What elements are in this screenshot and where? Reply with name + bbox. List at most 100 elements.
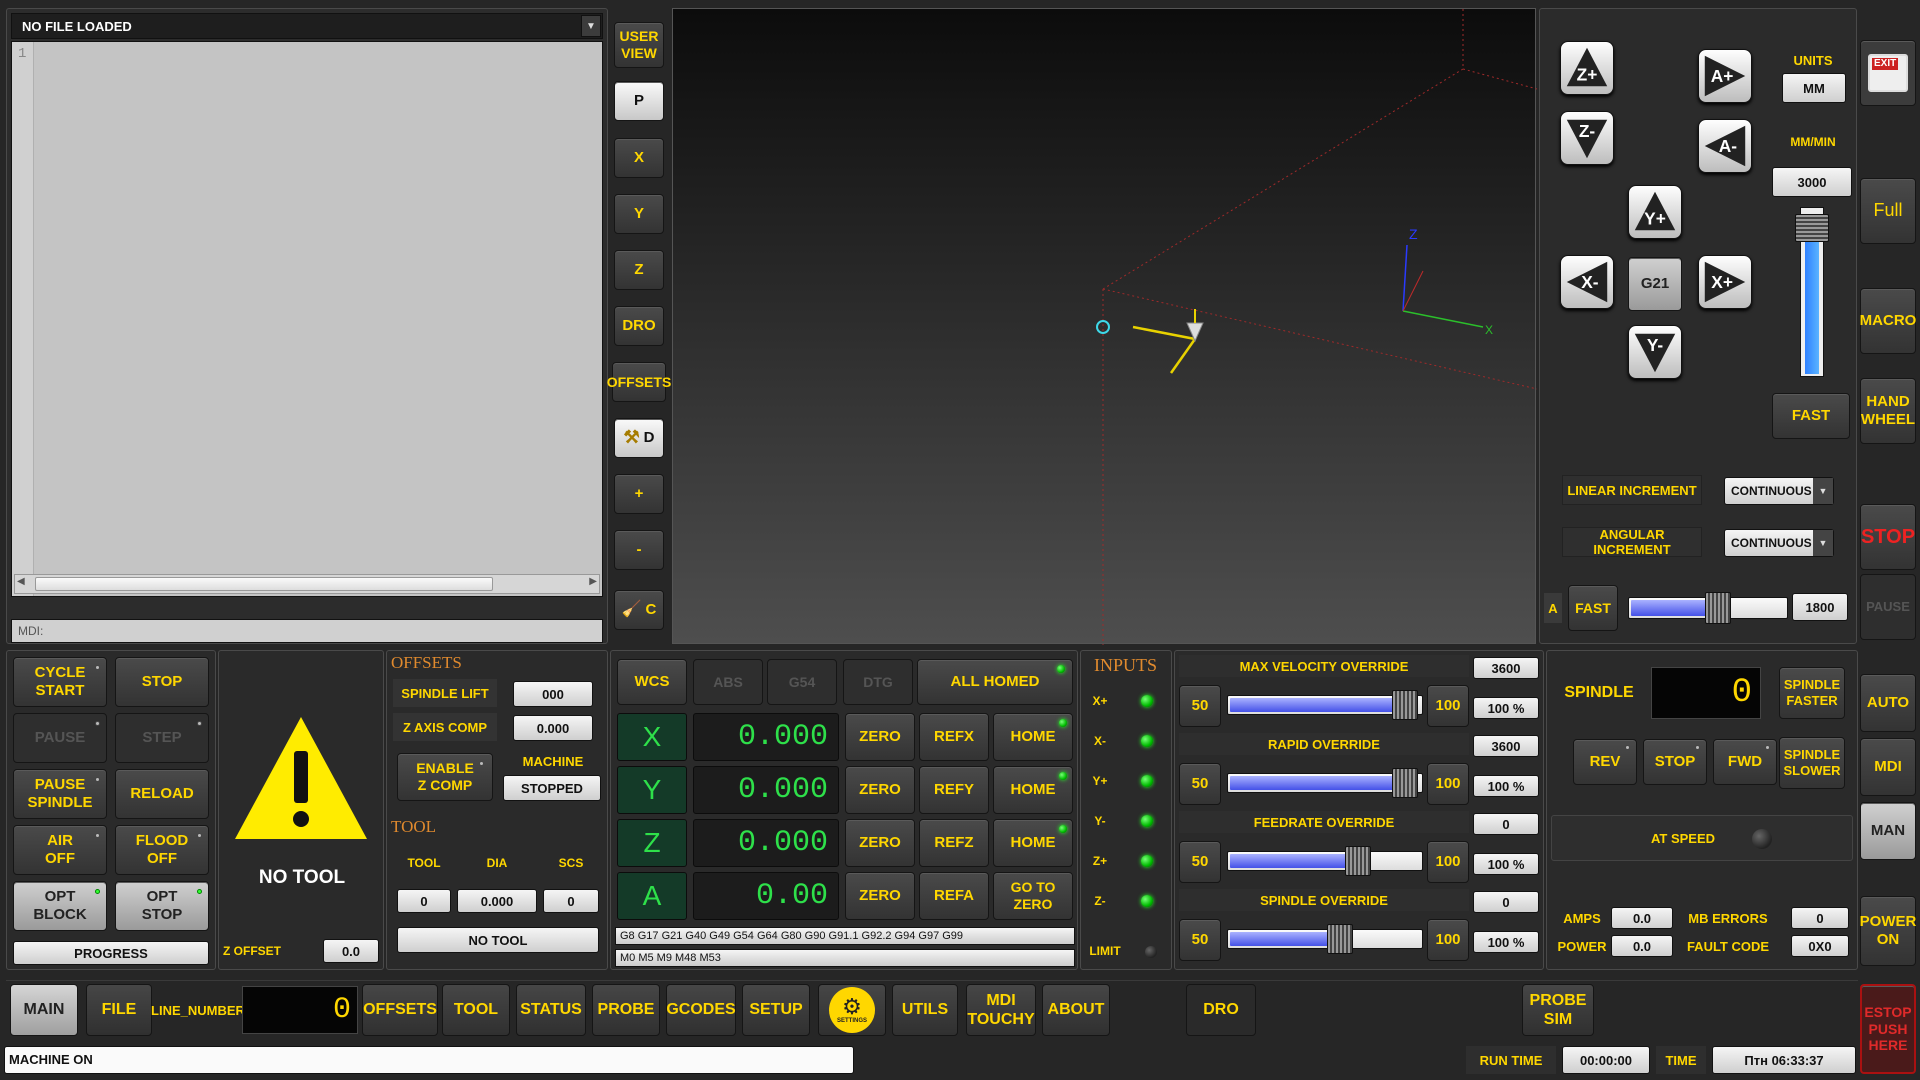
air-off-button[interactable]: AIR OFF xyxy=(13,825,107,875)
tab-mdi-touchy[interactable]: MDI TOUCHY xyxy=(966,984,1036,1036)
tab-probe-sim[interactable]: PROBE SIM xyxy=(1522,984,1594,1036)
toolpath-preview[interactable]: Z X xyxy=(672,8,1537,645)
opt-block-button[interactable]: OPT BLOCK xyxy=(13,881,107,931)
a-jog-rate-value[interactable]: 1800 xyxy=(1792,593,1848,621)
tool-dia-value[interactable]: 0.000 xyxy=(457,889,537,913)
code-area[interactable]: 1 ◀ ▶ xyxy=(11,41,603,597)
jog-a-plus-button[interactable]: A+ xyxy=(1698,49,1752,103)
tool-number-value[interactable]: 0 xyxy=(397,889,451,913)
hand-wheel-button[interactable]: HAND WHEEL xyxy=(1860,378,1916,444)
angular-increment-select[interactable]: CONTINUOUS ▼ xyxy=(1724,529,1834,557)
jog-y-minus-button[interactable]: Y- xyxy=(1628,325,1682,379)
ref-x-button[interactable]: REFX xyxy=(919,713,989,761)
pause-spindle-button[interactable]: PAUSE SPINDLE xyxy=(13,769,107,819)
units-value[interactable]: MM xyxy=(1782,73,1846,103)
override-slider-0[interactable] xyxy=(1227,690,1423,720)
jog-y-plus-button[interactable]: Y+ xyxy=(1628,185,1682,239)
user-view-button[interactable]: USER VIEW xyxy=(614,22,664,68)
tab-probe[interactable]: PROBE xyxy=(592,984,660,1036)
override-slider-handle-0[interactable] xyxy=(1392,690,1418,720)
override-slider-handle-3[interactable] xyxy=(1327,924,1353,954)
override-min-button-2[interactable]: 50 xyxy=(1179,841,1221,883)
spindle-slower-button[interactable]: SPINDLE SLOWER xyxy=(1779,737,1845,789)
mdi-mode-button[interactable]: MDI xyxy=(1860,738,1916,796)
zoom-out-button[interactable]: - xyxy=(614,530,664,570)
spindle-faster-button[interactable]: SPINDLE FASTER xyxy=(1779,667,1845,719)
override-max-button-2[interactable]: 100 xyxy=(1427,841,1469,883)
override-slider-handle-2[interactable] xyxy=(1345,846,1371,876)
zero-a-button[interactable]: ZERO xyxy=(845,872,915,920)
jog-x-minus-button[interactable]: X- xyxy=(1560,255,1614,309)
tab-file[interactable]: FILE xyxy=(86,984,152,1036)
program-stop-button[interactable]: STOP xyxy=(115,657,209,707)
z-offset-value[interactable]: 0.0 xyxy=(323,939,379,963)
cycle-start-button[interactable]: CYCLE START xyxy=(13,657,107,707)
wcs-button[interactable]: WCS xyxy=(617,659,687,705)
view-p-button[interactable]: P xyxy=(614,81,664,121)
file-dropdown-button[interactable]: ▼ xyxy=(581,15,601,37)
tab-about[interactable]: ABOUT xyxy=(1042,984,1110,1036)
tab-main[interactable]: MAIN xyxy=(10,984,78,1036)
horizontal-scrollbar[interactable]: ◀ ▶ xyxy=(14,574,600,594)
dtg-button[interactable]: DTG xyxy=(843,659,913,705)
zoom-in-button[interactable]: + xyxy=(614,474,664,514)
override-min-button-1[interactable]: 50 xyxy=(1179,763,1221,805)
tab-utils[interactable]: UTILS xyxy=(892,984,958,1036)
spindle-lift-value[interactable]: 000 xyxy=(513,681,593,707)
manual-mode-button[interactable]: MAN xyxy=(1860,802,1916,860)
tab-offsets[interactable]: OFFSETS xyxy=(362,984,438,1036)
tool-scs-value[interactable]: 0 xyxy=(543,889,599,913)
opt-stop-button[interactable]: OPT STOP xyxy=(115,881,209,931)
macro-button[interactable]: MACRO xyxy=(1860,288,1916,354)
override-max-button-0[interactable]: 100 xyxy=(1427,685,1469,727)
jog-rate-value[interactable]: 3000 xyxy=(1772,167,1852,197)
tab-status[interactable]: STATUS xyxy=(516,984,586,1036)
view-dimensions-button[interactable]: ⚒ D xyxy=(614,418,664,458)
fullscreen-button[interactable]: Full xyxy=(1860,178,1916,244)
g54-button[interactable]: G54 xyxy=(767,659,837,705)
scroll-left-icon[interactable]: ◀ xyxy=(17,576,25,587)
jog-speed-slider[interactable] xyxy=(1795,207,1829,377)
abs-button[interactable]: ABS xyxy=(693,659,763,705)
tab-tool[interactable]: TOOL xyxy=(442,984,510,1036)
flood-off-button[interactable]: FLOOD OFF xyxy=(115,825,209,875)
view-z-button[interactable]: Z xyxy=(614,250,664,290)
stop-button[interactable]: STOP xyxy=(1860,504,1916,570)
enable-z-comp-button[interactable]: ENABLE Z COMP xyxy=(397,753,493,801)
clear-plot-button[interactable]: 🧹 C xyxy=(614,590,664,630)
auto-mode-button[interactable]: AUTO xyxy=(1860,674,1916,732)
view-offsets-button[interactable]: OFFSETS xyxy=(607,362,671,402)
jog-x-plus-button[interactable]: X+ xyxy=(1698,255,1752,309)
jog-fast-button[interactable]: FAST xyxy=(1772,393,1850,439)
all-homed-button[interactable]: ALL HOMED xyxy=(917,659,1073,705)
view-x-button[interactable]: X xyxy=(614,138,664,178)
ref-z-button[interactable]: REFZ xyxy=(919,819,989,867)
z-axis-comp-value[interactable]: 0.000 xyxy=(513,715,593,741)
reload-button[interactable]: RELOAD xyxy=(115,769,209,819)
override-max-button-1[interactable]: 100 xyxy=(1427,763,1469,805)
mdi-input[interactable]: MDI: xyxy=(11,619,603,643)
jog-z-plus-button[interactable]: Z+ xyxy=(1560,41,1614,95)
a-jog-slider-handle[interactable] xyxy=(1705,592,1731,624)
jog-z-minus-button[interactable]: Z- xyxy=(1560,111,1614,165)
override-max-button-3[interactable]: 100 xyxy=(1427,919,1469,961)
a-jog-slider[interactable] xyxy=(1628,592,1788,624)
override-slider-2[interactable] xyxy=(1227,846,1423,876)
exit-button[interactable]: EXIT xyxy=(1860,40,1916,106)
override-min-button-3[interactable]: 50 xyxy=(1179,919,1221,961)
go-to-zero-button[interactable]: GO TO ZERO xyxy=(993,872,1073,920)
view-y-button[interactable]: Y xyxy=(614,194,664,234)
override-slider-3[interactable] xyxy=(1227,924,1423,954)
scroll-right-icon[interactable]: ▶ xyxy=(589,576,597,587)
a-fast-button[interactable]: FAST xyxy=(1568,585,1618,631)
override-slider-handle-1[interactable] xyxy=(1392,768,1418,798)
override-slider-1[interactable] xyxy=(1227,768,1423,798)
g21-button[interactable]: G21 xyxy=(1628,257,1682,311)
power-on-button[interactable]: POWER ON xyxy=(1860,896,1916,966)
tab-settings[interactable]: ⚙ SETTINGS xyxy=(818,984,886,1036)
program-step-button[interactable]: STEP xyxy=(115,713,209,763)
tab-gcodes[interactable]: GCODES xyxy=(666,984,736,1036)
zero-y-button[interactable]: ZERO xyxy=(845,766,915,814)
program-pause-button[interactable]: PAUSE xyxy=(13,713,107,763)
tab-dro[interactable]: DRO xyxy=(1186,984,1256,1036)
